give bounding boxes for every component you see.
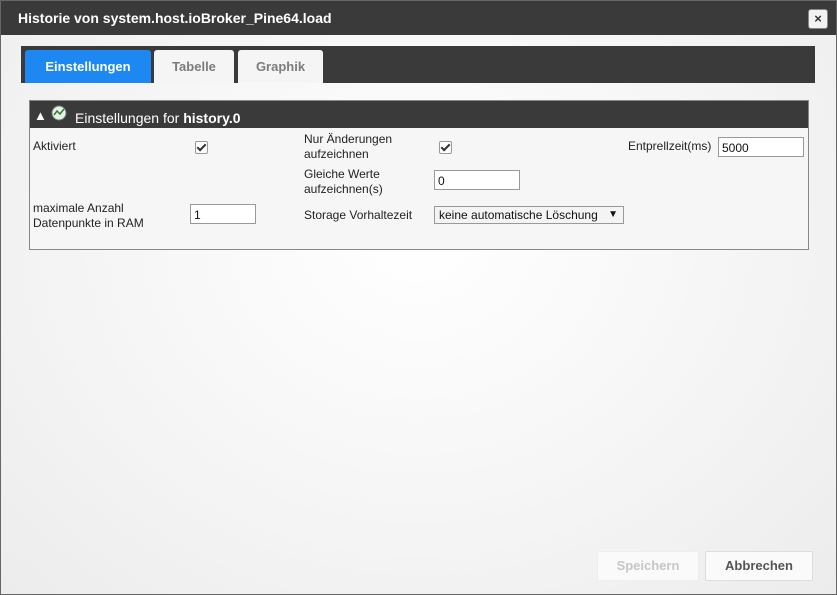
aktiviert-label: Aktiviert <box>33 139 76 153</box>
max-datenpunkte-label: maximale Anzahl Datenpunkte in RAM <box>33 201 144 230</box>
settings-panel-header[interactable]: ▲ Einstellungen for history.0 <box>30 101 808 128</box>
collapse-icon[interactable]: ▲ <box>34 109 47 122</box>
chevron-down-icon: ▼ <box>608 209 618 220</box>
close-button[interactable]: × <box>808 9 828 29</box>
history-dialog: Historie von system.host.ioBroker_Pine64… <box>0 0 837 595</box>
entprellzeit-input[interactable]: 5000 <box>718 137 804 157</box>
cancel-button[interactable]: Abbrechen <box>705 551 813 581</box>
storage-vorhaltezeit-label: Storage Vorhaltezeit <box>304 208 413 222</box>
instance-name: history.0 <box>183 110 241 126</box>
settings-panel-title: Einstellungen for history.0 <box>75 110 241 126</box>
max-datenpunkte-input[interactable]: 1 <box>190 204 256 224</box>
save-button[interactable]: Speichern <box>597 551 699 581</box>
nur-aenderungen-checkbox[interactable] <box>439 141 452 154</box>
entprellzeit-label: Entprellzeit(ms) <box>628 139 712 153</box>
tab-tabelle[interactable]: Tabelle <box>154 50 234 83</box>
gleiche-werte-input[interactable]: 0 <box>434 170 520 190</box>
gleiche-werte-label: Gleiche Werte aufzeichnen(s) <box>304 167 383 196</box>
tab-bar: Einstellungen Tabelle Graphik <box>21 46 815 83</box>
storage-vorhaltezeit-select[interactable]: keine automatische Löschung ▼ <box>434 206 624 224</box>
dialog-titlebar[interactable]: Historie von system.host.ioBroker_Pine64… <box>1 1 836 35</box>
storage-vorhaltezeit-value: keine automatische Löschung <box>439 208 598 222</box>
close-icon: × <box>814 11 822 26</box>
dialog-title: Historie von system.host.ioBroker_Pine64… <box>18 10 332 26</box>
settings-panel: ▲ Einstellungen for history.0 Aktiviert … <box>29 100 809 250</box>
nur-aenderungen-label: Nur Änderungen aufzeichnen <box>304 132 393 161</box>
tab-einstellungen[interactable]: Einstellungen <box>25 50 151 83</box>
history-adapter-icon <box>51 105 67 121</box>
tab-graphik[interactable]: Graphik <box>238 50 323 83</box>
aktiviert-checkbox[interactable] <box>195 141 208 154</box>
